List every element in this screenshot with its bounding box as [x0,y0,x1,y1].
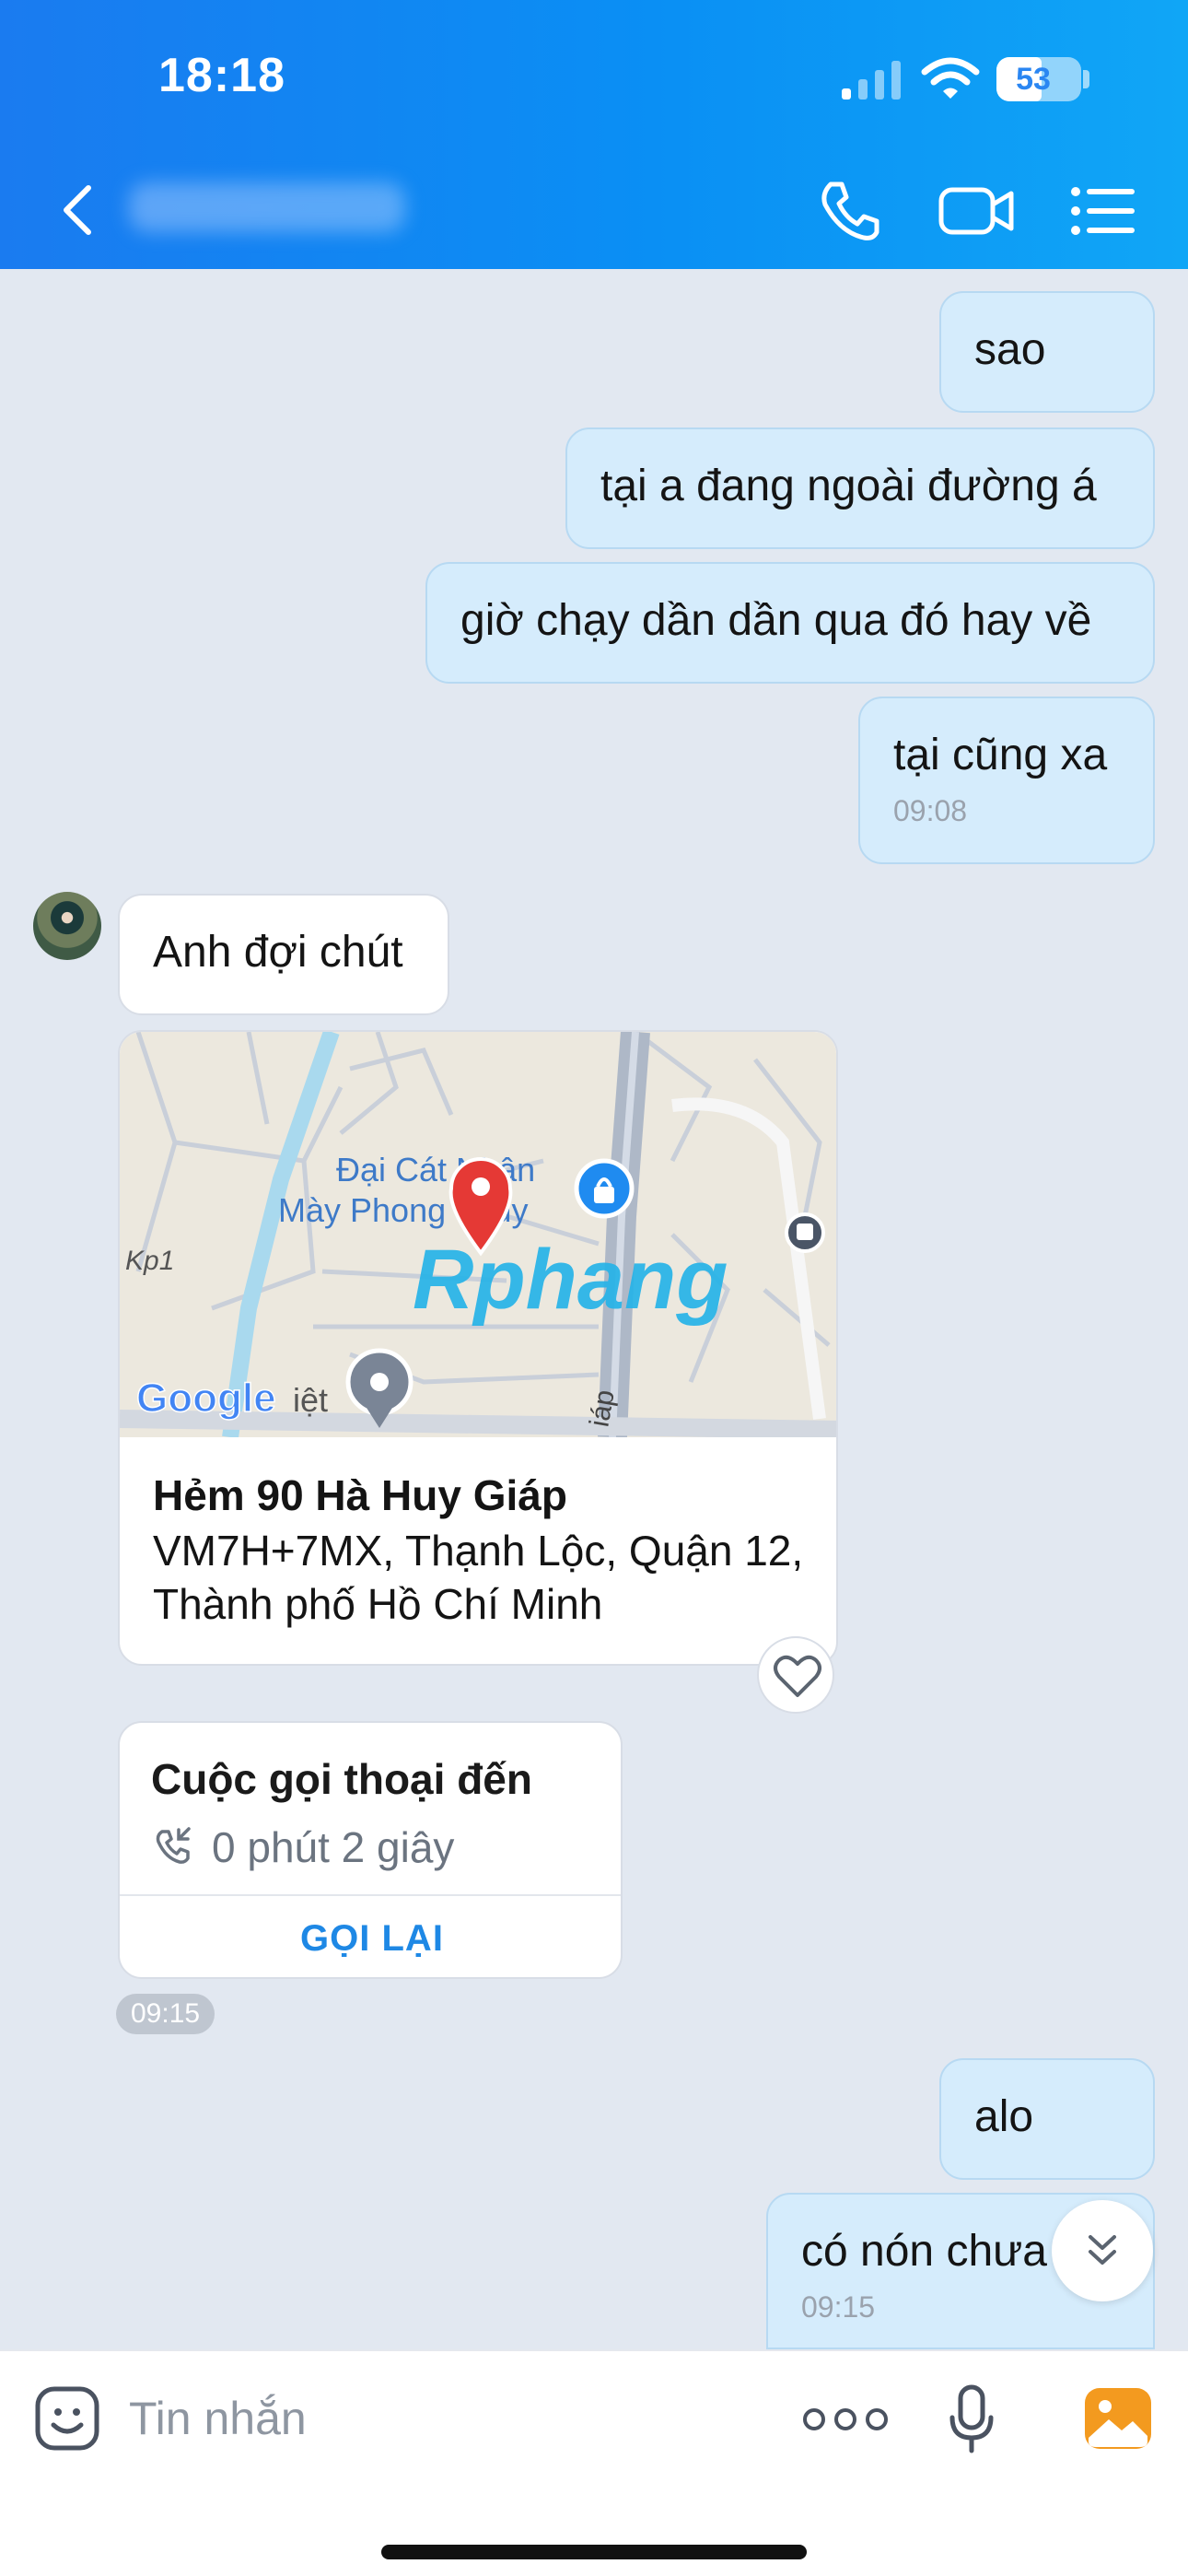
scroll-to-bottom-button[interactable] [1052,2200,1153,2301]
chevron-down-double-icon [1089,2235,1116,2265]
message-text: tại a đang ngoài đường á [600,462,1097,510]
phone-icon[interactable] [816,177,884,245]
message-input[interactable] [129,2388,755,2449]
message-bubble-outgoing[interactable]: giờ chạy dần dần qua đó hay về [425,562,1155,684]
contact-avatar[interactable] [33,892,101,960]
chat-header: 18:18 53 [0,0,1188,269]
message-bubble-incoming[interactable]: Anh đợi chút [118,894,449,1015]
battery-icon: 53 [996,57,1081,101]
shop-marker-icon [574,1158,635,1219]
back-icon[interactable] [55,181,101,240]
map-partial-label: iệt [293,1381,328,1419]
call-title: Cuộc gọi thoại đến [151,1755,532,1803]
call-duration: 0 phút 2 giây [212,1823,455,1871]
message-timestamp: 09:08 [893,794,968,827]
message-text: tại cũng xa [893,731,1108,779]
message-bubble-outgoing[interactable]: tại cũng xa 09:08 [858,697,1155,864]
call-log-card[interactable]: Cuộc gọi thoại đến 0 phút 2 giây GỌI LẠI [118,1721,623,1979]
heart-icon [774,1655,821,1697]
google-logo: Google [136,1376,276,1421]
message-bubble-outgoing[interactable]: alo [939,2058,1155,2180]
home-indicator[interactable] [381,2545,807,2559]
message-bubble-outgoing[interactable]: tại a đang ngoài đường á [565,427,1155,549]
location-card[interactable]: Đại Cát Nhân Mày Phong Thủy Kp1 iáp Rpha… [118,1030,838,1666]
message-bubble-outgoing[interactable]: sao [939,291,1155,413]
map-road-label: iáp [584,1388,620,1429]
watermark-logo: Rphang [413,1233,728,1327]
map-preview[interactable]: Đại Cát Nhân Mày Phong Thủy Kp1 iáp Rpha… [120,1032,838,1437]
video-call-icon[interactable] [938,177,1015,245]
react-heart-button[interactable] [757,1636,834,1714]
location-address: VM7H+7MX, Thạnh Lộc, Quận 12, Thành phố … [153,1527,804,1628]
wifi-icon [921,57,980,99]
location-title: Hẻm 90 Hà Huy Giáp [153,1471,567,1519]
message-text: alo [974,2092,1034,2141]
photo-gallery-icon[interactable] [1083,2386,1153,2451]
message-text: sao [974,325,1046,374]
message-timestamp: 09:15 [116,1994,215,2034]
more-options-icon[interactable] [801,2403,890,2436]
status-time: 18:18 [158,49,285,102]
message-composer [0,2349,1188,2576]
microphone-icon[interactable] [949,2384,995,2454]
cellular-signal-icon [842,61,901,100]
bus-stop-icon [785,1212,825,1253]
map-area-label: Kp1 [125,1246,174,1276]
message-text: giờ chạy dần dần qua đó hay về [460,596,1092,645]
call-back-button[interactable]: GỌI LẠI [120,1896,621,1977]
menu-list-icon[interactable] [1070,177,1136,245]
battery-percent: 53 [1016,62,1051,97]
contact-name-blurred[interactable] [129,182,405,232]
battery-cap [1083,70,1089,88]
message-text: Anh đợi chút [153,928,403,977]
sticker-icon[interactable] [33,2384,101,2453]
incoming-call-icon [156,1827,191,1864]
